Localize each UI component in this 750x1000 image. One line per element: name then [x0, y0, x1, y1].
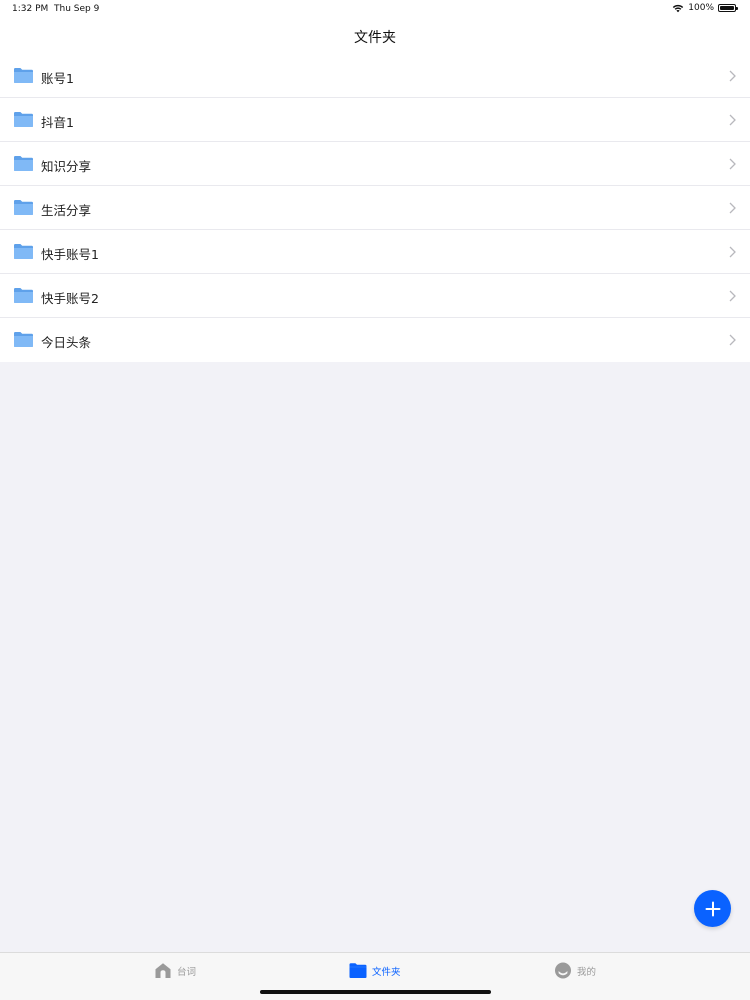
- folder-name: 知识分享: [41, 159, 92, 174]
- tab-label: 我的: [577, 966, 597, 978]
- add-folder-button[interactable]: [694, 890, 731, 927]
- home-icon: [155, 963, 171, 978]
- status-indicators: 100%: [672, 3, 738, 13]
- folder-icon: [14, 332, 33, 347]
- tab-label: 台词: [177, 966, 197, 978]
- chevron-right-icon: [729, 334, 736, 346]
- folder-icon: [14, 68, 33, 83]
- page-title: 文件夹: [354, 30, 396, 46]
- folder-row[interactable]: 快手账号1: [0, 230, 750, 274]
- status-bar: 1:32 PM Thu Sep 9 100%: [0, 0, 750, 18]
- home-indicator: [260, 990, 491, 994]
- folder-list: 账号1 抖音1 知识分享 生活分享 快手账号1 快手账号2 今日头条: [0, 54, 750, 362]
- tab-label: 文件夹: [372, 966, 401, 978]
- battery-percent: 100%: [688, 3, 714, 13]
- folder-name: 抖音1: [41, 115, 74, 130]
- folder-name: 生活分享: [41, 203, 92, 218]
- chevron-right-icon: [729, 158, 736, 170]
- folder-name: 快手账号2: [41, 291, 99, 306]
- folder-name: 今日头条: [41, 335, 92, 350]
- folder-icon: [14, 156, 33, 171]
- profile-icon: [555, 962, 571, 979]
- plus-icon: [705, 901, 720, 916]
- folder-row[interactable]: 今日头条: [0, 318, 750, 362]
- folder-icon: [14, 288, 33, 303]
- status-date: Thu Sep 9: [54, 4, 100, 14]
- tab-lines[interactable]: 台词: [154, 962, 196, 979]
- chevron-right-icon: [729, 114, 736, 126]
- chevron-right-icon: [729, 70, 736, 82]
- chevron-right-icon: [729, 246, 736, 258]
- folder-icon: [14, 244, 33, 259]
- chevron-right-icon: [729, 290, 736, 302]
- folder-row[interactable]: 账号1: [0, 54, 750, 98]
- folder-row[interactable]: 知识分享: [0, 142, 750, 186]
- battery-icon: [718, 4, 738, 12]
- folder-row[interactable]: 快手账号2: [0, 274, 750, 318]
- folder-icon: [14, 200, 33, 215]
- tab-profile[interactable]: 我的: [554, 962, 596, 979]
- folder-name: 账号1: [41, 71, 74, 86]
- folder-row[interactable]: 抖音1: [0, 98, 750, 142]
- status-time: 1:32 PM: [12, 4, 49, 14]
- chevron-right-icon: [729, 202, 736, 214]
- tab-folders[interactable]: 文件夹: [349, 962, 401, 979]
- folder-name: 快手账号1: [41, 247, 99, 262]
- folder-row[interactable]: 生活分享: [0, 186, 750, 230]
- wifi-icon: [673, 4, 684, 13]
- navigation-bar: 文件夹: [0, 18, 750, 54]
- folder-icon: [349, 963, 367, 978]
- folder-icon: [14, 112, 33, 127]
